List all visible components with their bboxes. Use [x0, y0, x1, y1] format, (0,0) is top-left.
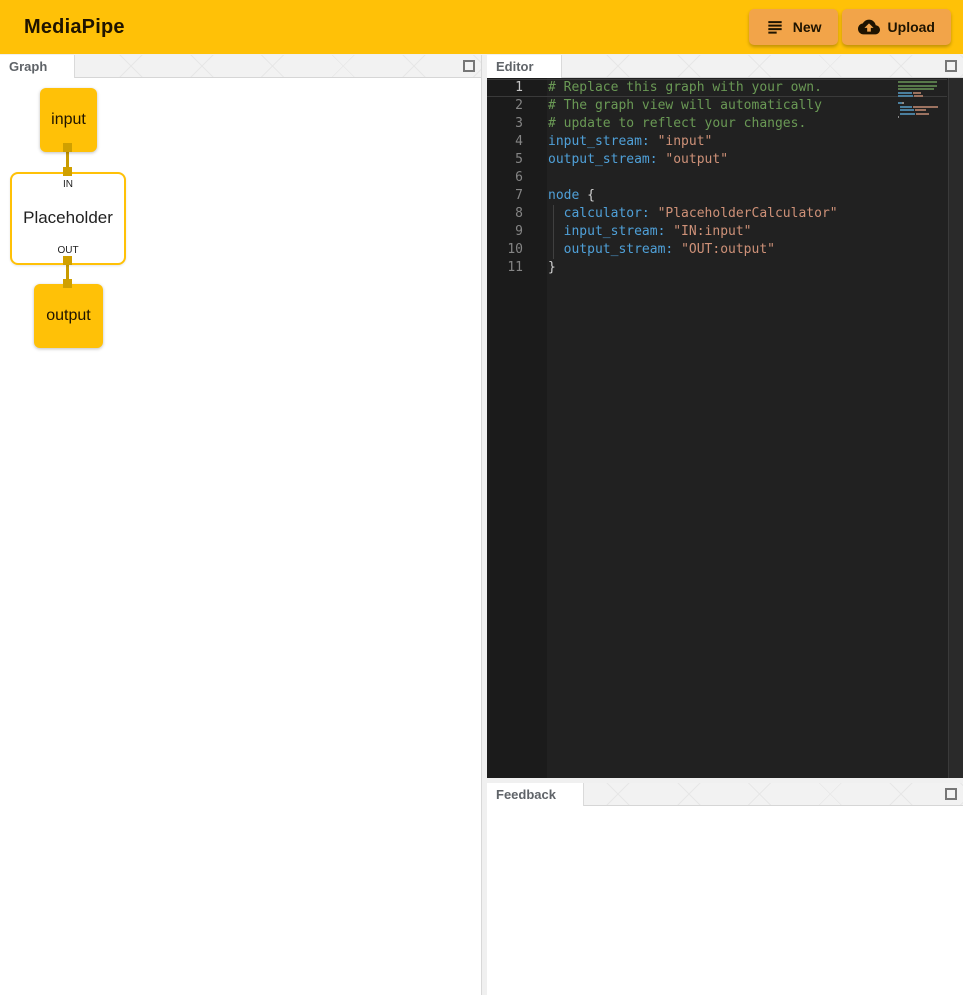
cloud-upload-icon — [858, 16, 880, 38]
graph-node-output[interactable]: output — [34, 284, 103, 348]
graph-maximize-icon[interactable] — [463, 60, 475, 72]
line-content: input_stream: "input" — [523, 133, 712, 151]
editor-scrollbar[interactable] — [948, 78, 963, 778]
line-content: # The graph view will automatically — [523, 97, 822, 115]
code-line-4[interactable]: 4input_stream: "input" — [487, 133, 947, 151]
code-line-10[interactable]: 10 output_stream: "OUT:output" — [487, 241, 947, 259]
new-button-label: New — [793, 19, 822, 35]
line-content: input_stream: "IN:input" — [523, 223, 752, 241]
line-content: output_stream: "output" — [523, 151, 728, 169]
graph-tabbar: Graph — [0, 55, 481, 78]
line-content — [523, 169, 548, 187]
line-number: 11 — [487, 259, 523, 277]
feedback-tabbar: Feedback — [487, 783, 963, 806]
line-number: 6 — [487, 169, 523, 187]
line-content: # Replace this graph with your own. — [523, 79, 822, 97]
line-number: 5 — [487, 151, 523, 169]
graph-node-output-label: output — [46, 307, 90, 325]
tab-feedback-label: Feedback — [496, 787, 556, 802]
code-line-3[interactable]: 3# update to reflect your changes. — [487, 115, 947, 133]
line-number: 7 — [487, 187, 523, 205]
line-content: node { — [523, 187, 595, 205]
line-content: # update to reflect your changes. — [523, 115, 806, 133]
editor-tabbar: Editor — [487, 55, 963, 78]
placeholder-out-port[interactable] — [63, 256, 72, 265]
code-editor[interactable]: 1# Replace this graph with your own.2# T… — [487, 78, 963, 778]
code-line-11[interactable]: 11} — [487, 259, 947, 277]
line-number: 1 — [487, 79, 523, 97]
editor-maximize-icon[interactable] — [945, 60, 957, 72]
tab-editor[interactable]: Editor — [487, 55, 562, 78]
minimap[interactable] — [898, 81, 943, 120]
new-button[interactable]: New — [749, 9, 838, 45]
feedback-panel: Feedback — [487, 783, 963, 995]
line-content: } — [523, 259, 556, 277]
code-line-6[interactable]: 6 — [487, 169, 947, 187]
line-content: output_stream: "OUT:output" — [523, 241, 775, 259]
app-header: MediaPipe New Upload — [0, 0, 963, 54]
code-line-5[interactable]: 5output_stream: "output" — [487, 151, 947, 169]
tab-graph-label: Graph — [9, 59, 47, 74]
code-line-7[interactable]: 7node { — [487, 187, 947, 205]
app-title: MediaPipe — [24, 16, 125, 39]
line-number: 2 — [487, 97, 523, 115]
tab-feedback[interactable]: Feedback — [487, 783, 584, 806]
code-line-9[interactable]: 9 input_stream: "IN:input" — [487, 223, 947, 241]
graph-node-placeholder[interactable]: IN Placeholder OUT — [10, 172, 126, 265]
placeholder-in-port[interactable] — [63, 167, 72, 176]
upload-button[interactable]: Upload — [842, 9, 951, 45]
editor-panel: Editor 1# Replace this graph with your o… — [487, 55, 963, 778]
code-line-2[interactable]: 2# The graph view will automatically — [487, 97, 947, 115]
input-output-port[interactable] — [63, 143, 72, 152]
code-line-8[interactable]: 8 calculator: "PlaceholderCalculator" — [487, 205, 947, 223]
graph-node-input-label: input — [51, 111, 86, 129]
output-input-port[interactable] — [63, 279, 72, 288]
tab-graph[interactable]: Graph — [0, 55, 75, 78]
line-number: 3 — [487, 115, 523, 133]
minimap-line — [898, 116, 943, 120]
feedback-maximize-icon[interactable] — [945, 788, 957, 800]
upload-button-label: Upload — [888, 19, 935, 35]
feedback-content — [487, 806, 963, 994]
graph-panel: Graph input IN Placeholder OUT output — [0, 55, 482, 995]
code-lines[interactable]: 1# Replace this graph with your own.2# T… — [487, 79, 947, 277]
subject-lines-icon — [765, 17, 785, 37]
tab-editor-label: Editor — [496, 59, 534, 74]
code-line-1[interactable]: 1# Replace this graph with your own. — [487, 79, 947, 97]
graph-canvas[interactable]: input IN Placeholder OUT output — [0, 78, 481, 994]
graph-node-placeholder-label: Placeholder — [23, 208, 113, 228]
line-content: calculator: "PlaceholderCalculator" — [523, 205, 838, 223]
line-number: 9 — [487, 223, 523, 241]
line-number: 4 — [487, 133, 523, 151]
line-number: 10 — [487, 241, 523, 259]
placeholder-in-port-label: IN — [63, 179, 73, 190]
line-number: 8 — [487, 205, 523, 223]
placeholder-out-port-label: OUT — [57, 245, 78, 256]
